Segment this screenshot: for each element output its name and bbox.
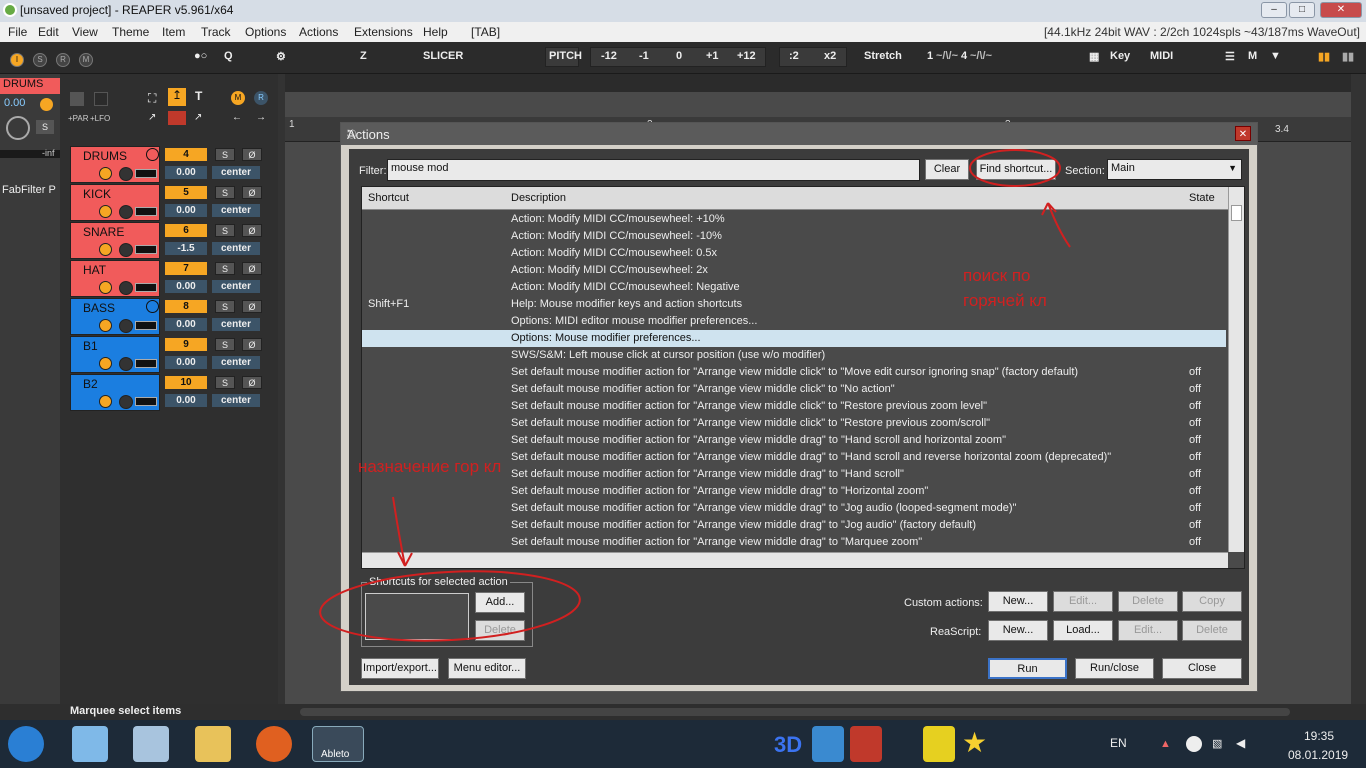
annotation-find-1: поиск по xyxy=(963,266,1031,285)
poker-icon[interactable] xyxy=(850,726,882,762)
tray-icon-2[interactable] xyxy=(1186,736,1202,752)
ableton-label: Ableto xyxy=(321,749,350,760)
firefox-icon[interactable] xyxy=(256,726,292,762)
tray-icon-1[interactable]: ▲ xyxy=(1160,738,1171,750)
annotation-find-2: горячей кл xyxy=(963,291,1047,310)
clock-time: 19:35 xyxy=(1304,729,1335,743)
annotation-arrow-shortcuts xyxy=(392,496,413,567)
explorer-icon[interactable] xyxy=(195,726,231,762)
speaker-icon[interactable]: ◀ xyxy=(1236,736,1245,750)
star-icon[interactable]: ★ xyxy=(962,726,987,759)
signal-icon[interactable]: ▧ xyxy=(1212,737,1222,750)
clock-date: 08.01.2019 xyxy=(1288,748,1349,762)
annotation-assign: назначение гор кл xyxy=(358,457,502,476)
annotation-arrow-find xyxy=(1041,202,1071,248)
language-indicator[interactable]: EN xyxy=(1110,736,1127,750)
3d-app-icon[interactable]: 3D xyxy=(774,732,802,758)
taskbar: Ableto 3D ★ EN ▲ ▧ ◀ 19:35 08.01.2019 xyxy=(0,720,1366,768)
notes-app-icon[interactable] xyxy=(72,726,108,762)
ableton-task-button[interactable]: Ableto xyxy=(312,726,364,762)
app-icon-blue[interactable] xyxy=(812,726,844,762)
calculator-icon[interactable] xyxy=(133,726,169,762)
annotation-circle-shortcuts xyxy=(319,570,581,642)
annotation-circle-find xyxy=(969,149,1061,187)
annotation-layer xyxy=(319,149,1071,642)
app-icon-yellow[interactable] xyxy=(923,726,955,762)
windows-start-icon[interactable] xyxy=(8,726,44,762)
